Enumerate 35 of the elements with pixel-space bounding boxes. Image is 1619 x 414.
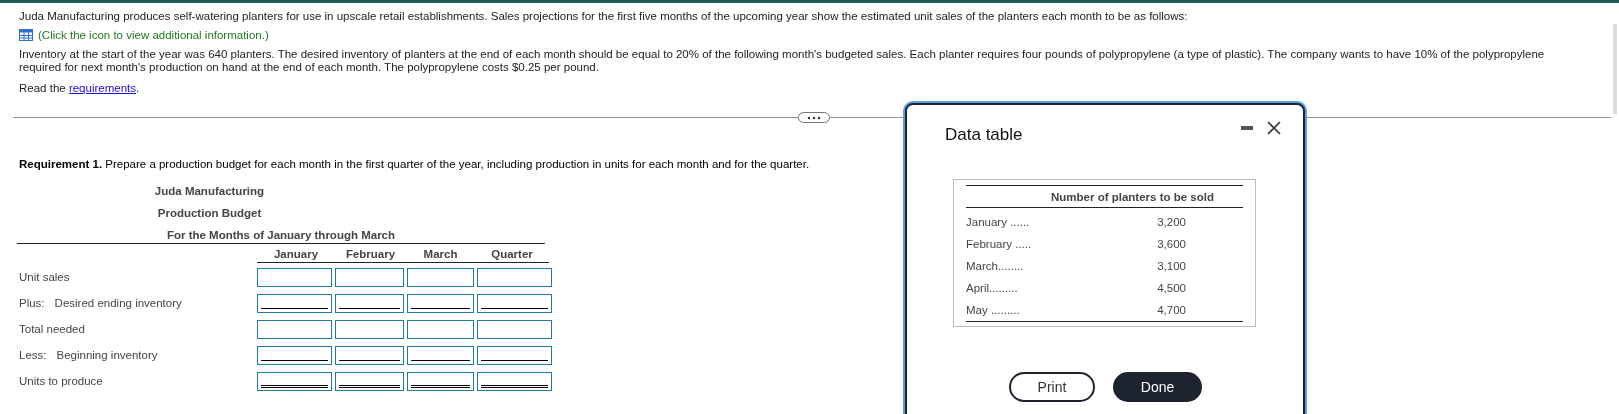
- period-text: .: [136, 82, 140, 94]
- table-cell-text: 4,500: [1156, 282, 1186, 294]
- row-prefix: Plus:: [19, 297, 45, 309]
- problem-text: Inventory at the start of the year was 640 planters. The desired inventory of planters at the end of each month should be equal to 20% of the following month's budgeted sales. Each planter requires four pounds of polypropylene (a type of plastic). The company wants to have 10% of the polypropylene required for next month's production on hand at the end of each month. The polypropylene costs $0.25 per pound.: [19, 48, 1546, 74]
- dialog-title: Data table: [945, 125, 1023, 145]
- row-label: Beginning inventory: [56, 349, 158, 361]
- row-label: Unit sales: [19, 271, 70, 283]
- row-label: Desired ending inventory: [54, 297, 182, 309]
- budget-title: Production Budget: [156, 206, 263, 221]
- table-cell-text: 3,200: [1156, 216, 1186, 228]
- column-header: Number of planters to be sold: [1051, 190, 1214, 203]
- month-label: January ......: [966, 216, 1031, 228]
- dialog-button[interactable]: Print: [1009, 372, 1095, 402]
- column-header: January: [257, 244, 335, 263]
- dialog-button[interactable]: Done: [1113, 372, 1202, 402]
- month-label: May .........: [966, 304, 1021, 316]
- table-cell-text: 4,700: [1156, 304, 1186, 316]
- month-label: February .....: [966, 238, 1033, 250]
- problem-text: Juda Manufacturing produces self-watering planters for use in upscale retail establishments. Sales projections for the first five months of the upcoming year show the estimated unit sales of the planters each month to be as follows:: [19, 10, 1189, 23]
- row-label: Total needed: [19, 323, 85, 335]
- requirement-text: Requirement 1. Prepare a production budget for each month in the first quarter of the year, including production in units for each month and for the quarter.: [19, 158, 811, 170]
- month-label: March........: [966, 260, 1025, 272]
- column-header: February: [335, 244, 406, 263]
- month-label: April.........: [966, 282, 1019, 294]
- table-cell-text: 3,100: [1156, 260, 1186, 272]
- budget-title: For the Months of January through March: [17, 226, 545, 244]
- requirements-link[interactable]: requirements: [68, 82, 136, 94]
- row-prefix: Less:: [19, 349, 47, 361]
- column-header: March: [406, 244, 475, 263]
- column-header: Quarter: [475, 244, 549, 263]
- row-label: Units to produce: [19, 375, 103, 387]
- budget-title: Juda Manufacturing: [153, 184, 266, 199]
- read-text: Read the: [19, 82, 66, 94]
- table-cell-text: 3,600: [1156, 238, 1186, 250]
- info-link[interactable]: (Click the icon to view additional information.): [38, 29, 269, 41]
